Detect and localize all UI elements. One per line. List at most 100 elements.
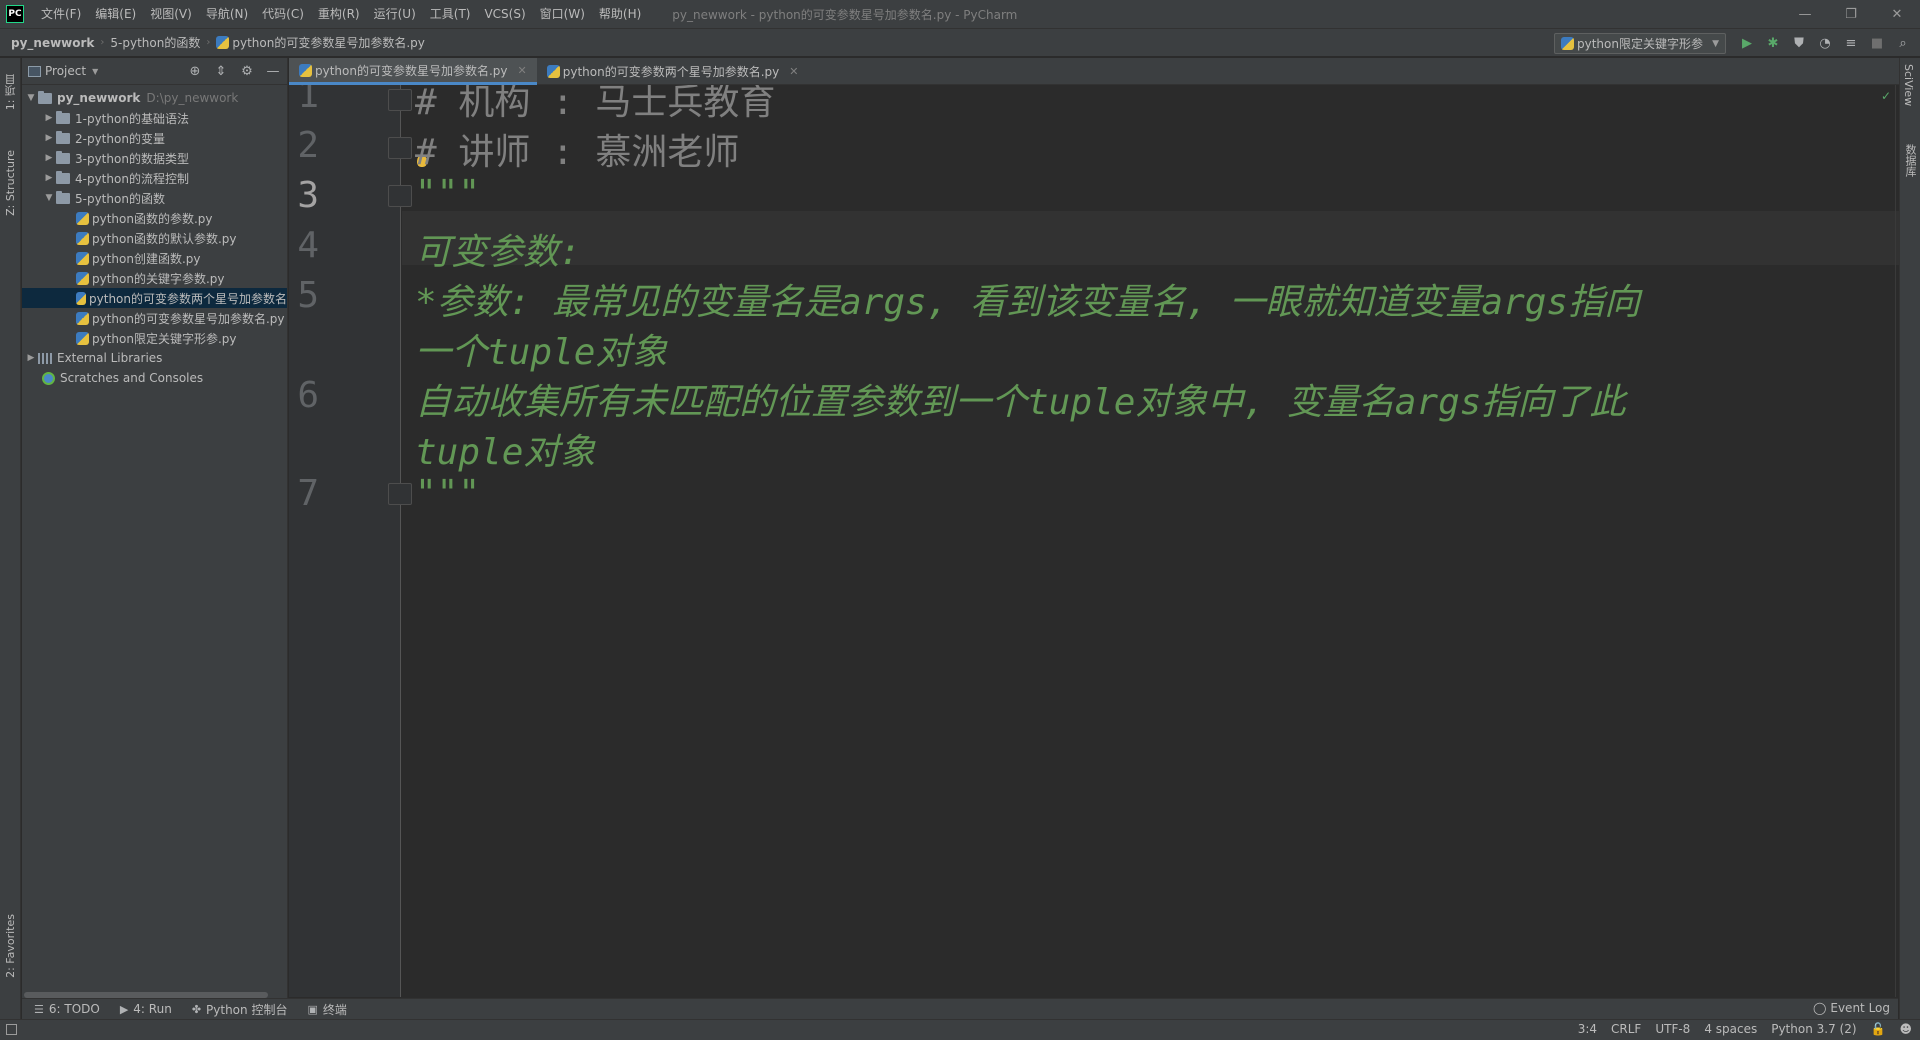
python-console-icon: ✤: [191, 1002, 202, 1016]
fold-marker-icon[interactable]: [388, 89, 412, 111]
build-icon[interactable]: ≡: [1842, 35, 1860, 53]
menu-file[interactable]: 文件(F): [34, 0, 88, 28]
tree-file-selected[interactable]: python的可变参数两个星号加参数名: [22, 288, 287, 308]
menu-run[interactable]: 运行(U): [367, 0, 423, 28]
menu-edit[interactable]: 编辑(E): [88, 0, 143, 28]
python-interpreter[interactable]: Python 3.7 (2): [1771, 1022, 1856, 1036]
event-log-label: Event Log: [1830, 1001, 1890, 1015]
breadcrumb-folder[interactable]: 5-python的函数: [110, 34, 206, 51]
maximize-button[interactable]: ❐: [1828, 0, 1874, 28]
inspector-icon[interactable]: ☻: [1899, 1022, 1912, 1036]
tree-folder-flow-control[interactable]: ▶ 4-python的流程控制: [22, 168, 287, 188]
favorites-tool-tab[interactable]: 2: Favorites: [0, 898, 21, 994]
event-log-button[interactable]: ◯ Event Log: [1813, 1001, 1890, 1015]
collapsed-arrow-icon[interactable]: ▶: [42, 113, 56, 123]
database-tool-tab[interactable]: 数据库: [1902, 144, 1918, 177]
fold-marker-icon[interactable]: [388, 137, 412, 159]
tree-file[interactable]: python的关键字参数.py: [22, 268, 287, 288]
indent-setting[interactable]: 4 spaces: [1704, 1022, 1757, 1036]
menu-window[interactable]: 窗口(W): [533, 0, 592, 28]
minimize-button[interactable]: —: [1782, 0, 1828, 28]
fold-marker-icon[interactable]: [388, 185, 412, 207]
todo-tool-button[interactable]: ☰ 6: TODO: [34, 1002, 100, 1016]
code-editor[interactable]: 1 2 3 4 5 6 7 ✓ # 机构 : 马士兵教育 # 讲师 : 慕洲老师…: [289, 85, 1899, 997]
project-panel-title[interactable]: Project: [45, 64, 86, 78]
caret-position[interactable]: 3:4: [1578, 1022, 1597, 1036]
tree-folder-functions[interactable]: ▼ 5-python的函数: [22, 188, 287, 208]
debug-icon[interactable]: ✱: [1764, 35, 1782, 53]
left-tool-strip: 1: 项目 Z: Structure 2: Favorites: [0, 58, 21, 1019]
collapsed-arrow-icon[interactable]: ▶: [42, 133, 56, 143]
close-tab-icon[interactable]: ✕: [518, 64, 527, 77]
tree-external-libraries[interactable]: ▶ External Libraries: [22, 348, 287, 368]
terminal-tool-label: 终端: [322, 1002, 347, 1017]
menu-refactor[interactable]: 重构(R): [311, 0, 367, 28]
file-encoding[interactable]: UTF-8: [1655, 1022, 1690, 1036]
tree-file[interactable]: python创建函数.py: [22, 248, 287, 268]
tree-root-py-newwork[interactable]: ▼ py_newwork D:\py_newwork: [22, 88, 287, 108]
breadcrumb: py_newwork › 5-python的函数 › python的可变参数星号…: [0, 34, 431, 51]
tree-folder-basic-syntax[interactable]: ▶ 1-python的基础语法: [22, 108, 287, 128]
menu-bar: 文件(F) 编辑(E) 视图(V) 导航(N) 代码(C) 重构(R) 运行(U…: [34, 0, 648, 28]
python-console-tool-button[interactable]: ✤ Python 控制台: [192, 1001, 288, 1018]
tree-file[interactable]: python函数的参数.py: [22, 208, 287, 228]
python-file-icon: [76, 291, 87, 305]
collapsed-arrow-icon[interactable]: ▶: [24, 353, 38, 363]
menu-vcs[interactable]: VCS(S): [477, 0, 532, 28]
search-icon[interactable]: ⌕: [1894, 35, 1912, 53]
profile-icon[interactable]: ◔: [1816, 35, 1834, 53]
breadcrumb-project[interactable]: py_newwork: [11, 36, 100, 50]
editor-tab-active[interactable]: python的可变参数星号加参数名.py ✕: [289, 58, 537, 85]
tree-item-label: 3-python的数据类型: [75, 151, 189, 166]
collapsed-arrow-icon[interactable]: ▶: [42, 173, 56, 183]
coverage-icon[interactable]: ⛊: [1790, 35, 1808, 53]
inspection-ok-icon[interactable]: ✓: [1881, 89, 1891, 103]
hide-panel-icon[interactable]: —: [265, 62, 281, 80]
tool-windows-toggle-icon[interactable]: [6, 1024, 17, 1035]
tree-item-label: python创建函数.py: [92, 251, 201, 266]
terminal-tool-button[interactable]: ▣ 终端: [307, 1001, 346, 1018]
tree-file[interactable]: python的可变参数星号加参数名.py: [22, 308, 287, 328]
menu-tools[interactable]: 工具(T): [423, 0, 478, 28]
code-line-6: 自动收集所有未匹配的位置参数到一个tuple对象中, 变量名args指向了此: [415, 382, 1626, 423]
close-tab-icon[interactable]: ✕: [789, 65, 798, 78]
menu-help[interactable]: 帮助(H): [592, 0, 648, 28]
run-configuration-select[interactable]: python限定关键字形参 ▼: [1554, 33, 1726, 54]
collapse-all-icon[interactable]: ⇕: [213, 62, 229, 80]
gear-icon[interactable]: ⚙: [239, 62, 255, 80]
menu-code[interactable]: 代码(C): [255, 0, 311, 28]
chevron-down-icon[interactable]: ▼: [92, 67, 98, 76]
project-tool-tab[interactable]: 1: 项目: [0, 62, 21, 122]
stop-icon[interactable]: ■: [1868, 35, 1886, 53]
right-tool-strip: SciView 数据库: [1899, 58, 1920, 1019]
editor-tab[interactable]: python的可变参数两个星号加参数名.py ✕: [537, 58, 809, 85]
menu-navigate[interactable]: 导航(N): [199, 0, 255, 28]
tree-item-label: 2-python的变量: [75, 131, 165, 146]
line-separator[interactable]: CRLF: [1611, 1022, 1641, 1036]
tree-folder-variables[interactable]: ▶ 2-python的变量: [22, 128, 287, 148]
right-margin-guide: [1895, 85, 1896, 997]
tree-file[interactable]: python函数的默认参数.py: [22, 228, 287, 248]
fold-marker-icon[interactable]: [388, 483, 412, 505]
tree-scratches-consoles[interactable]: Scratches and Consoles: [22, 368, 287, 388]
lock-icon[interactable]: 🔓: [1871, 1022, 1886, 1036]
expanded-arrow-icon[interactable]: ▼: [42, 193, 56, 203]
run-toolbar: ▶ ✱ ⛊ ◔ ≡ ■ ⌕: [1738, 33, 1912, 54]
line-number: 5: [297, 275, 319, 316]
window-controls: — ❐ ✕: [1782, 0, 1920, 28]
run-tool-button[interactable]: ▶ 4: Run: [120, 1002, 172, 1016]
close-button[interactable]: ✕: [1874, 0, 1920, 28]
locate-file-icon[interactable]: ⊕: [187, 62, 203, 80]
line-number: 6: [297, 375, 319, 416]
collapsed-arrow-icon[interactable]: ▶: [42, 153, 56, 163]
structure-tool-tab[interactable]: Z: Structure: [0, 138, 21, 228]
tree-item-label: python函数的默认参数.py: [92, 231, 237, 246]
menu-view[interactable]: 视图(V): [143, 0, 199, 28]
code-line-2: # 讲师 : 慕洲老师: [415, 132, 740, 173]
tree-file[interactable]: python限定关键字形参.py: [22, 328, 287, 348]
tree-folder-data-types[interactable]: ▶ 3-python的数据类型: [22, 148, 287, 168]
sciview-tool-tab[interactable]: SciView: [1902, 64, 1915, 106]
run-icon[interactable]: ▶: [1738, 35, 1756, 53]
expanded-arrow-icon[interactable]: ▼: [24, 93, 38, 103]
breadcrumb-file[interactable]: python的可变参数星号加参数名.py: [232, 34, 431, 51]
